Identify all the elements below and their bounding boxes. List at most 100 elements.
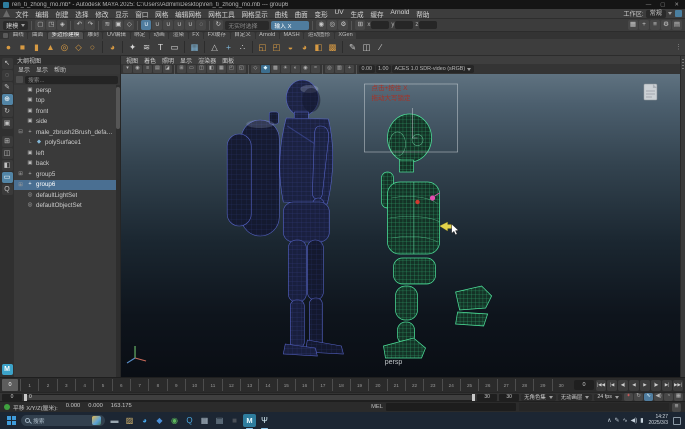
shelf-tab[interactable]: 动画 [150, 32, 168, 39]
symmetry-icon[interactable]: ⊞ [355, 20, 365, 30]
go-to-start-button[interactable]: |◀◀ [596, 380, 606, 391]
play-backward-button[interactable]: ◀ [629, 380, 639, 391]
lasso-tool[interactable]: ◌ [2, 70, 13, 81]
image-plane-button[interactable]: ◪ [163, 65, 172, 73]
scale-tool[interactable]: ▣ [2, 118, 13, 129]
anim-layer-dropdown[interactable]: 无动画层 [558, 394, 593, 401]
menu-item[interactable]: 网格显示 [238, 9, 271, 19]
humanik-toggle[interactable]: + [639, 20, 649, 30]
separate-button[interactable]: ◰ [270, 41, 283, 54]
shelf-tab[interactable]: MASH [280, 32, 303, 39]
camera-menu-button[interactable]: ▾ [123, 65, 132, 73]
menu-item[interactable]: 文件 [12, 9, 32, 19]
viewport-scene[interactable]: 点击+按住 X 拖动大写锁定 [121, 74, 680, 377]
fps-dropdown[interactable]: 24 fps [594, 394, 622, 401]
multi-cut-button[interactable]: ∕ [374, 41, 387, 54]
minimize-button[interactable]: — [643, 2, 655, 8]
menu-item[interactable]: 显示 [112, 9, 132, 19]
frame-tick[interactable]: 26 [478, 379, 496, 391]
frame-tick[interactable]: 4 [75, 379, 93, 391]
tray-battery-icon[interactable]: ▮ [640, 418, 643, 424]
outliner-item[interactable]: ▣ top [14, 96, 116, 107]
camera-attributes-button[interactable]: ≡ [143, 65, 152, 73]
curve-tool-button[interactable]: ✦ [126, 41, 139, 54]
playback-speed-button[interactable]: ◔ [664, 393, 673, 401]
character-set-dropdown[interactable]: 无角色集 [521, 394, 556, 401]
frame-tick[interactable]: 25 [460, 379, 478, 391]
green-character-model[interactable] [381, 114, 491, 358]
shelf-tab[interactable]: 渲染 [169, 32, 187, 39]
expand-icon[interactable]: ⊞ [17, 171, 24, 177]
tool-settings-toggle[interactable]: ⚙ [661, 20, 671, 30]
gamma-field[interactable]: 1.00 [376, 65, 392, 73]
move-tool[interactable]: ⊕ [2, 94, 13, 105]
calculator-icon[interactable]: ▦ [198, 414, 211, 427]
menu-item[interactable]: 变形 [311, 9, 331, 19]
shelf-tab[interactable]: 曲线 [9, 32, 27, 39]
outliner-item[interactable]: ▣ side [14, 117, 116, 128]
script-editor-icon[interactable]: ≡ [672, 403, 681, 412]
frame-tick[interactable]: 23 [423, 379, 441, 391]
filter-icon[interactable] [16, 76, 23, 83]
pencil-curve-button[interactable]: ≋ [140, 41, 153, 54]
lights-toggle[interactable]: ☀ [281, 65, 290, 73]
browser-360-icon[interactable]: ◉ [168, 414, 181, 427]
frame-tick[interactable]: 8 [148, 379, 166, 391]
ao-toggle[interactable]: ◉ [301, 65, 310, 73]
maya-badge-icon[interactable]: M [2, 364, 13, 375]
tray-volume-icon[interactable]: ◀) [631, 418, 638, 424]
safe-action-toggle[interactable]: ◰ [227, 65, 236, 73]
frame-tick[interactable]: 9 [167, 379, 185, 391]
quad-draw-button[interactable]: ◫ [360, 41, 373, 54]
outliner-search-input[interactable]: 搜索... [25, 76, 118, 84]
shelf-tab[interactable]: 绑定 [131, 32, 149, 39]
usb-tool-icon[interactable]: Ψ [258, 414, 271, 427]
layout-zoom[interactable]: Q [2, 184, 13, 195]
menu-item[interactable]: Arnold [387, 9, 413, 19]
select-tool[interactable]: ↖ [2, 58, 13, 69]
outliner-menu-item[interactable]: 显示 [36, 65, 48, 74]
poly-cylinder-button[interactable]: ▮ [30, 41, 43, 54]
outliner-item[interactable]: └ ◆ polySurface1 [14, 138, 116, 149]
isolate-select-toggle[interactable]: ◎ [325, 65, 334, 73]
frame-tick[interactable]: 30 [552, 379, 570, 391]
shelf-tab[interactable]: FX缓存 [204, 32, 230, 39]
step-forward-key-button[interactable]: |▶ [651, 380, 661, 391]
colorspace-dropdown[interactable]: ACES 1.0 SDR-video (sRGB) [392, 65, 474, 73]
poly-sphere-button[interactable]: ● [2, 41, 15, 54]
frame-tick[interactable]: 19 [350, 379, 368, 391]
right-panel-strip[interactable] [680, 56, 685, 377]
frame-tick[interactable]: 18 [332, 379, 350, 391]
range-end-field[interactable]: 30 [477, 394, 497, 401]
menu-item[interactable]: 曲线 [271, 9, 291, 19]
note-icon[interactable] [644, 84, 657, 100]
motion-blur-toggle[interactable]: ≈ [311, 65, 320, 73]
expand-icon[interactable]: └ [26, 140, 33, 146]
exposure-field[interactable]: 0.00 [359, 65, 375, 73]
select-hierarchy-button[interactable]: ≋ [102, 20, 112, 30]
menu-item[interactable]: 帮助 [413, 9, 433, 19]
shelf-tab[interactable]: 多边形建模 [48, 32, 83, 39]
start-button[interactable] [4, 414, 18, 427]
tray-pen-icon[interactable]: ✎ [615, 418, 620, 424]
frame-tick[interactable]: 6 [112, 379, 130, 391]
wireframe-mode-button[interactable]: ◇ [251, 65, 260, 73]
animation-preferences-button[interactable]: ▦ [674, 393, 683, 401]
current-frame-indicator[interactable]: 0 [2, 379, 18, 391]
outliner-item[interactable]: ▣ left [14, 148, 116, 159]
crease-tool-button[interactable]: ✎ [346, 41, 359, 54]
poly-disc-button[interactable]: ○ [86, 41, 99, 54]
shaded-mode-button[interactable]: ◆ [261, 65, 270, 73]
layout-four-pane[interactable]: ⊞ [2, 136, 13, 147]
taskbar-clock[interactable]: 14:27 2025/3/3 [647, 415, 670, 427]
frame-tick[interactable]: 7 [130, 379, 148, 391]
outliner-menu-item[interactable]: 显示 [18, 65, 30, 74]
cached-playback-toggle[interactable]: ∿ [644, 393, 653, 401]
frame-tick[interactable]: 13 [240, 379, 258, 391]
text-tool-button[interactable]: T [154, 41, 167, 54]
xray-toggle[interactable]: ▥ [335, 65, 344, 73]
coord-input[interactable] [419, 21, 437, 29]
select-component-button[interactable]: ◇ [124, 20, 134, 30]
locator-button[interactable]: + [222, 41, 235, 54]
outliner-item[interactable]: ⊟ + male_zbrush2Brush_default_group [14, 127, 116, 138]
